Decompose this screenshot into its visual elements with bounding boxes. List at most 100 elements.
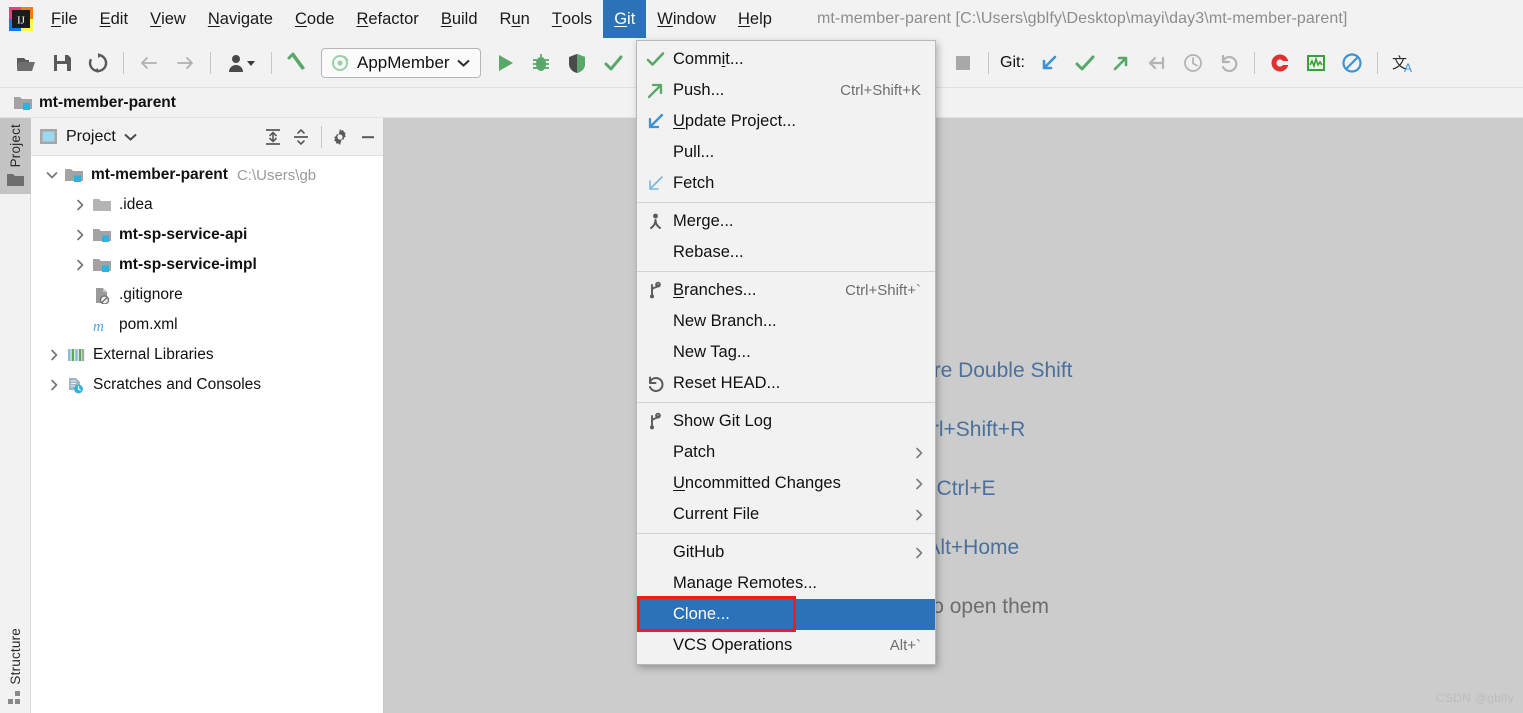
tree-row-gitignore[interactable]: .gitignore <box>31 280 383 310</box>
breadcrumb-label: mt-member-parent <box>39 93 176 111</box>
menu-item-uncommitted-changes[interactable]: Uncommitted Changes <box>637 468 935 499</box>
back-arrow-icon[interactable] <box>134 48 164 78</box>
tree-row-external-libraries[interactable]: External Libraries <box>31 340 383 370</box>
chevron-collapsed-icon[interactable] <box>43 349 65 361</box>
menu-run[interactable]: Run <box>489 0 541 38</box>
plain-folder-icon <box>91 198 113 213</box>
menu-git[interactable]: Git <box>603 0 647 38</box>
tree-row-mt-sp-service-impl[interactable]: mt-sp-service-impl <box>31 250 383 280</box>
menu-item-show-git-log[interactable]: Show Git Log <box>637 406 935 437</box>
run-configuration-selector[interactable]: AppMember <box>321 47 481 78</box>
chevron-collapsed-icon[interactable] <box>43 379 65 391</box>
menu-tools[interactable]: Tools <box>541 0 603 38</box>
structure-icon <box>8 691 23 713</box>
menu-refactor[interactable]: Refactor <box>345 0 429 38</box>
sidebar-item-project[interactable]: Project <box>0 118 31 195</box>
debug-icon[interactable] <box>526 48 556 78</box>
push-icon[interactable] <box>1106 48 1136 78</box>
menu-item-label: Commit... <box>673 50 744 68</box>
inspect-icon[interactable] <box>598 48 628 78</box>
menu-item-new-branch[interactable]: New Branch... <box>637 306 935 337</box>
menu-item-push[interactable]: Push... Ctrl+Shift+K <box>637 75 935 106</box>
tree-label: Scratches and Consoles <box>93 376 262 393</box>
module-folder-icon <box>14 96 32 110</box>
menu-item-commit[interactable]: Commit... <box>637 44 935 75</box>
tree-row-scratches-and-consoles[interactable]: Scratches and Consoles <box>31 370 383 400</box>
menu-item-label: VCS Operations <box>673 636 793 654</box>
run-icon[interactable] <box>490 48 520 78</box>
minimize-icon[interactable] <box>355 124 381 150</box>
commit-check-icon <box>637 50 673 69</box>
codota-icon[interactable] <box>1265 48 1295 78</box>
menu-item-reset-head[interactable]: Reset HEAD... <box>637 368 935 399</box>
rollback-icon[interactable] <box>1142 48 1172 78</box>
forward-arrow-icon[interactable] <box>170 48 200 78</box>
menu-item-github[interactable]: GitHub <box>637 537 935 568</box>
expand-all-icon[interactable] <box>260 124 286 150</box>
menu-item-pull[interactable]: Pull... <box>637 137 935 168</box>
coverage-icon[interactable] <box>562 48 592 78</box>
git-toolbar-label: Git: <box>1000 54 1025 71</box>
menu-item-label: Branches... <box>673 281 757 299</box>
project-view-selector[interactable]: Project <box>39 128 137 146</box>
chevron-collapsed-icon[interactable] <box>69 199 91 211</box>
tree-row-mt-sp-service-api[interactable]: mt-sp-service-api <box>31 220 383 250</box>
tree-row-idea[interactable]: .idea <box>31 190 383 220</box>
menu-items-list: File Edit View Navigate Code Refactor Bu… <box>40 0 783 38</box>
menu-item-clone[interactable]: Clone... <box>637 599 935 630</box>
menu-edit[interactable]: Edit <box>89 0 139 38</box>
menu-separator <box>637 533 935 534</box>
chevron-collapsed-icon[interactable] <box>69 229 91 241</box>
menu-item-new-tag[interactable]: New Tag... <box>637 337 935 368</box>
gear-icon[interactable] <box>327 124 353 150</box>
menu-item-fetch[interactable]: Fetch <box>637 168 935 199</box>
project-tool-window: Project mt-member-parent C:\Users\gb .id… <box>31 118 384 713</box>
menu-item-vcs-operations[interactable]: VCS Operations Alt+` <box>637 630 935 661</box>
revert-icon[interactable] <box>1214 48 1244 78</box>
menu-help[interactable]: Help <box>727 0 783 38</box>
project-panel-toolbar: Project <box>31 118 383 156</box>
save-all-icon[interactable] <box>47 48 77 78</box>
menu-item-update-project[interactable]: Update Project... <box>637 106 935 137</box>
git-toolbar-group: Git: 文 A <box>945 38 1421 88</box>
tree-row-mt-member-parent[interactable]: mt-member-parent C:\Users\gb <box>31 160 383 190</box>
menu-item-manage-remotes[interactable]: Manage Remotes... <box>637 568 935 599</box>
menu-item-rebase[interactable]: Rebase... <box>637 237 935 268</box>
monitor-chart-icon[interactable] <box>1301 48 1331 78</box>
menu-item-patch[interactable]: Patch <box>637 437 935 468</box>
project-view-icon <box>40 129 57 144</box>
menu-window[interactable]: Window <box>646 0 727 38</box>
sidebar-item-structure[interactable]: Structure <box>0 622 31 713</box>
build-hammer-icon[interactable] <box>282 48 312 78</box>
chevron-expanded-icon[interactable] <box>41 169 63 181</box>
menu-item-merge[interactable]: Merge... <box>637 206 935 237</box>
intellij-idea-window: IJ File Edit View Navigate Code Refactor… <box>0 0 1523 713</box>
update-arrow-icon <box>637 112 673 131</box>
stop-icon[interactable] <box>948 48 978 78</box>
menu-navigate[interactable]: Navigate <box>197 0 284 38</box>
chevron-collapsed-icon[interactable] <box>69 259 91 271</box>
commit-icon[interactable] <box>1070 48 1100 78</box>
history-clock-icon[interactable] <box>1178 48 1208 78</box>
collapse-all-icon[interactable] <box>288 124 314 150</box>
menu-item-label: Push... <box>673 81 725 99</box>
sync-refresh-icon[interactable] <box>83 48 113 78</box>
menu-view[interactable]: View <box>139 0 197 38</box>
menu-item-current-file[interactable]: Current File <box>637 499 935 530</box>
translate-icon[interactable]: 文 A <box>1388 48 1418 78</box>
tree-row-pom-xml[interactable]: m pom.xml <box>31 310 383 340</box>
disable-icon[interactable] <box>1337 48 1367 78</box>
menu-build[interactable]: Build <box>430 0 489 38</box>
menu-separator <box>637 202 935 203</box>
menu-bar: IJ File Edit View Navigate Code Refactor… <box>0 0 1523 38</box>
update-project-icon[interactable] <box>1034 48 1064 78</box>
user-profile-icon[interactable] <box>221 48 261 78</box>
menu-item-label: Rebase... <box>673 243 744 261</box>
svg-text:m: m <box>93 319 104 334</box>
menu-file[interactable]: File <box>40 0 89 38</box>
menu-item-branches[interactable]: Branches... Ctrl+Shift+` <box>637 275 935 306</box>
tree-label: mt-member-parent <box>91 166 228 183</box>
open-folder-icon[interactable] <box>11 48 41 78</box>
menu-code[interactable]: Code <box>284 0 345 38</box>
branch-icon <box>637 412 673 431</box>
